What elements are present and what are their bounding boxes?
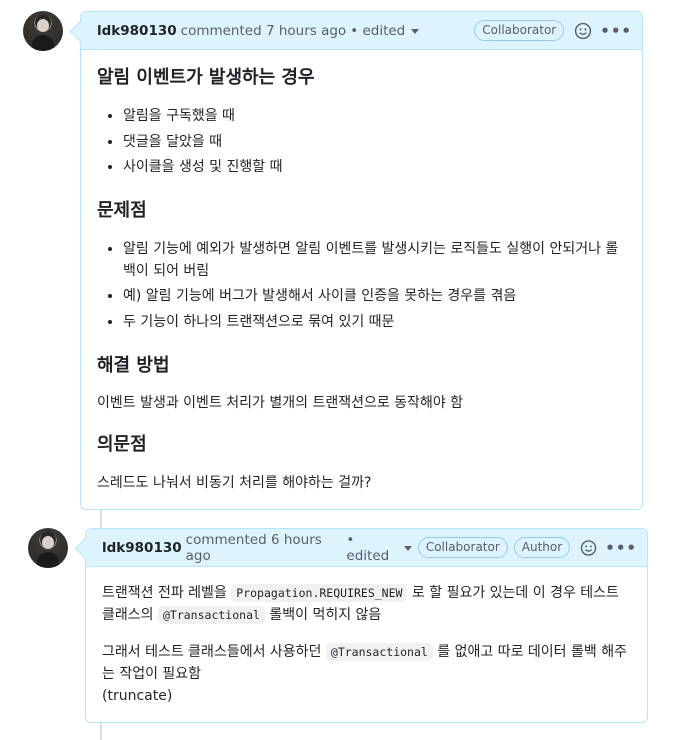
heading-problems: 문제점 [97,199,147,221]
comment-header: ldk980130 commented 6 hours ago • edited… [86,529,647,567]
list-item: 댓글을 달았을 때 [123,132,626,154]
collaborator-badge: Collaborator [417,537,508,558]
author-link[interactable]: ldk980130 [97,23,177,39]
comment-header: ldk980130 commented 7 hours ago • edited… [81,12,642,50]
avatar[interactable] [28,528,68,568]
comment-timestamp[interactable]: commented 7 hours ago [181,23,347,39]
comment-1: ldk980130 commented 7 hours ago • edited… [80,11,643,510]
text-span: (truncate) [102,687,173,704]
list-item: 알림을 구독했을 때 [123,106,626,128]
edited-dropdown[interactable]: • edited [350,22,420,39]
edited-dropdown[interactable]: • edited [346,531,412,564]
edited-label: • edited [350,22,406,39]
edited-label: • edited [346,531,390,564]
alarm-events-list: 알림을 구독했을 때 댓글을 달았을 때 사이클을 생성 및 진행할 때 [97,106,626,179]
list-item: 사이클을 생성 및 진행할 때 [123,157,626,179]
list-item: 알림 기능에 예외가 발생하면 알림 이벤트를 발생시키는 로직들도 실행이 안… [123,239,626,282]
comment-body: 트랜잭션 전파 레벨을 Propagation.REQUIRES_NEW 로 할… [86,567,647,723]
heading-alarm-events: 알림 이벤트가 발생하는 경우 [97,67,315,88]
collaborator-badge: Collaborator [474,20,565,41]
smiley-icon[interactable] [574,22,592,40]
comment-body: 알림 이벤트가 발생하는 경우 알림을 구독했을 때 댓글을 달았을 때 사이클… [81,50,642,511]
text-span: 트랜잭션 전파 레벨을 [102,585,227,601]
kebab-menu-icon[interactable]: ••• [605,539,637,557]
heading-solution: 해결 방법 [97,354,170,376]
text-span: 그래서 테스트 클래스들에서 사용하던 [102,644,322,661]
heading-questions: 의문점 [97,434,147,456]
chevron-down-icon [411,29,420,34]
problems-list: 알림 기능에 예외가 발생하면 알림 이벤트를 발생시키는 로직들도 실행이 안… [97,239,626,334]
inline-code: Propagation.REQUIRES_NEW [231,584,408,602]
inline-code: @Transactional [157,605,265,624]
list-item: 예) 알림 기능에 버그가 발생해서 사이클 인증을 못하는 경우를 겪음 [123,286,626,308]
kebab-menu-icon[interactable]: ••• [600,22,632,40]
comment-timestamp[interactable]: commented 6 hours ago [186,532,343,564]
author-link[interactable]: ldk980130 [102,540,182,556]
smiley-icon[interactable] [580,539,597,557]
text-span: 롤백이 먹히지 않음 [269,606,382,623]
author-badge: Author [513,537,571,558]
list-item: 두 기능이 하나의 트랜잭션으로 묶여 있기 때문 [123,312,626,334]
paragraph-propagation: 트랜잭션 전파 레벨을 Propagation.REQUIRES_NEW 로 할… [102,583,631,626]
comment-2: ldk980130 commented 6 hours ago • edited… [85,528,648,723]
avatar[interactable] [23,11,63,51]
paragraph-test-rollback: 그래서 테스트 클래스들에서 사용하던 @Transactional 를 없애고… [102,642,631,707]
questions-text: 스레드도 나눠서 비동기 처리를 해야하는 걸까? [97,475,372,492]
inline-code: @Transactional [325,643,433,662]
chevron-down-icon [403,546,412,551]
solution-text: 이벤트 발생과 이벤트 처리가 별개의 트랜잭션으로 동작해야 함 [97,395,464,412]
